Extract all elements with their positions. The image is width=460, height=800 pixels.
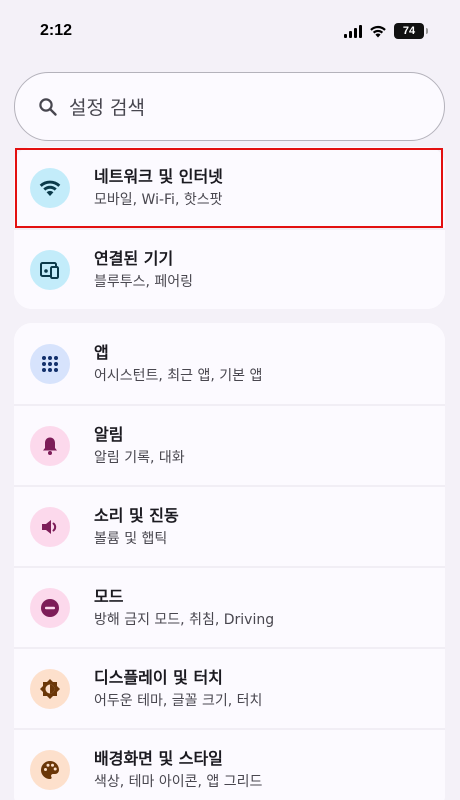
item-title: 앱 <box>94 342 109 362</box>
item-title: 소리 및 진동 <box>94 505 179 525</box>
palette-icon <box>30 749 70 790</box>
apps-grid-icon <box>30 343 70 384</box>
status-time: 2:12 <box>40 22 73 39</box>
volume-icon <box>30 506 70 547</box>
item-subtitle: 볼륨 및 햅틱 <box>94 530 168 547</box>
search-placeholder: 설정 검색 <box>69 97 145 119</box>
brightness-icon <box>30 668 70 709</box>
settings-item-network[interactable]: 네트워크 및 인터넷 모바일, Wi-Fi, 핫스팟 <box>14 147 445 228</box>
item-subtitle: 블루투스, 페어링 <box>94 273 194 290</box>
signal-icon <box>344 24 362 38</box>
status-bar: 2:12 74 <box>0 0 460 64</box>
wifi-status-icon <box>370 25 386 38</box>
battery-indicator: 74 <box>394 23 428 39</box>
item-title: 네트워크 및 인터넷 <box>94 166 223 186</box>
search-settings-bar[interactable]: 설정 검색 <box>14 72 445 141</box>
item-subtitle: 방해 금지 모드, 취침, Driving <box>94 611 275 628</box>
item-title: 디스플레이 및 터치 <box>94 667 223 687</box>
settings-group-connectivity: 네트워크 및 인터넷 모바일, Wi-Fi, 핫스팟 연결된 기기 블루투스, … <box>14 147 445 309</box>
status-icons: 74 <box>344 23 428 39</box>
search-icon <box>37 96 59 118</box>
settings-item-wallpaper[interactable]: 배경화면 및 스타일 색상, 테마 아이콘, 앱 그리드 <box>14 728 445 800</box>
settings-item-modes[interactable]: 모드 방해 금지 모드, 취침, Driving <box>14 566 445 647</box>
settings-item-connected-devices[interactable]: 연결된 기기 블루투스, 페어링 <box>14 228 445 309</box>
item-title: 모드 <box>94 586 124 606</box>
settings-group-general: 앱 어시스턴트, 최근 앱, 기본 앱 알림 알림 기록, 대화 소리 및 진동… <box>14 323 445 800</box>
settings-item-display[interactable]: 디스플레이 및 터치 어두운 테마, 글꼴 크기, 터치 <box>14 647 445 728</box>
connected-devices-icon <box>30 249 70 290</box>
settings-item-sound[interactable]: 소리 및 진동 볼륨 및 햅틱 <box>14 485 445 566</box>
item-title: 연결된 기기 <box>94 248 174 268</box>
do-not-disturb-icon <box>30 587 70 628</box>
item-title: 배경화면 및 스타일 <box>94 748 223 768</box>
item-subtitle: 어시스턴트, 최근 앱, 기본 앱 <box>94 367 263 384</box>
settings-item-apps[interactable]: 앱 어시스턴트, 최근 앱, 기본 앱 <box>14 323 445 404</box>
item-subtitle: 색상, 테마 아이콘, 앱 그리드 <box>94 773 263 790</box>
item-subtitle: 어두운 테마, 글꼴 크기, 터치 <box>94 692 263 709</box>
item-subtitle: 알림 기록, 대화 <box>94 449 185 466</box>
settings-item-notifications[interactable]: 알림 알림 기록, 대화 <box>14 404 445 485</box>
item-title: 알림 <box>94 424 124 444</box>
item-subtitle: 모바일, Wi-Fi, 핫스팟 <box>94 191 223 208</box>
bell-icon <box>30 425 70 466</box>
wifi-icon <box>30 167 70 208</box>
